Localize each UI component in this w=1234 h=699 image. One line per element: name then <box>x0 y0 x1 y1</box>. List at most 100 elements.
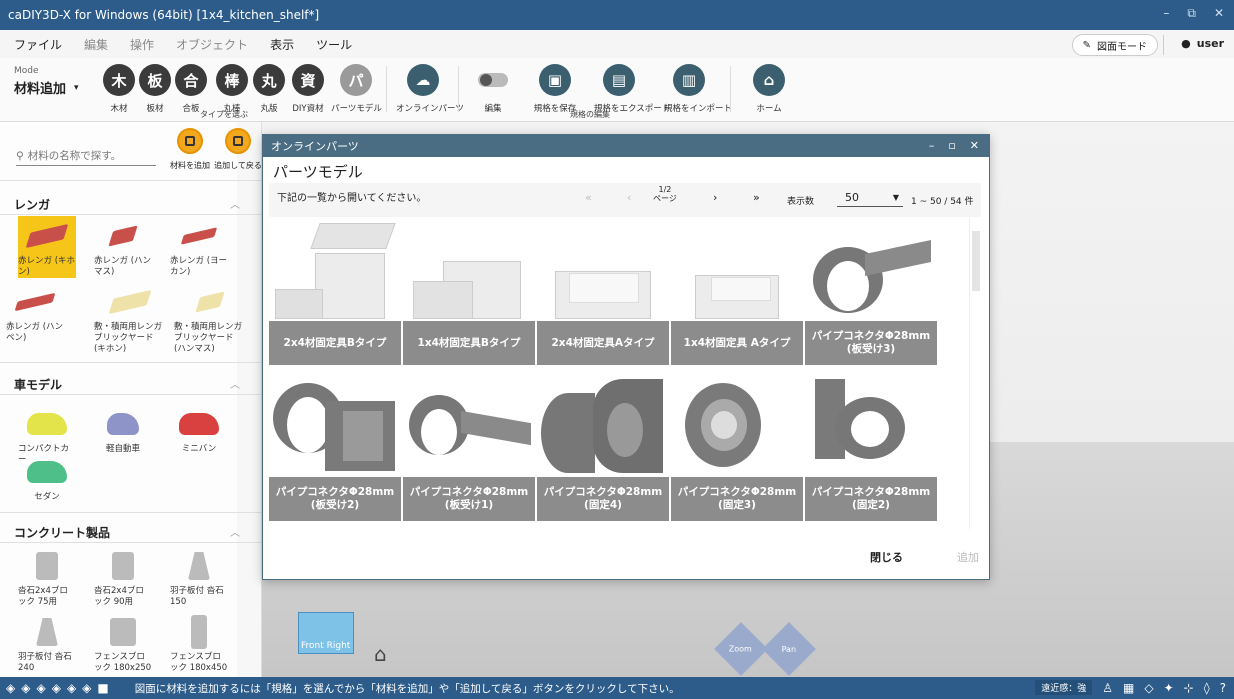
grid-icon[interactable]: ▦ <box>1123 681 1134 695</box>
view-cube-icon[interactable]: ◈ <box>67 681 76 695</box>
material-item[interactable]: 軽自動車 <box>94 404 152 455</box>
material-item[interactable]: 赤レンガ (ハンマス) <box>94 216 152 278</box>
online-parts-button[interactable]: ☁ オンラインパーツ <box>396 64 464 114</box>
menu-operation[interactable]: 操作 <box>130 36 154 53</box>
part-card[interactable]: 1x4材固定具Bタイプ <box>403 217 535 365</box>
dialog-titlebar: オンラインパーツ – ▫ ✕ <box>263 135 989 157</box>
parts-model-icon: パ <box>340 64 372 96</box>
material-search[interactable]: ⚲ 材料の名称で探す。 <box>16 146 156 166</box>
next-page-button[interactable]: › <box>713 191 717 204</box>
material-item[interactable]: 赤レンガ (ヨーカン) <box>170 216 228 278</box>
type-select-caption: タイプを選ぶ <box>200 110 248 119</box>
chevron-down-icon: ▾ <box>74 82 79 93</box>
material-item[interactable]: 敷・積両用レンガ ブリックヤード (キホン) <box>94 282 166 355</box>
part-card[interactable]: 1x4材固定具 Aタイプ <box>671 217 803 365</box>
part-card[interactable]: パイプコネクタΦ28mm (固定3) <box>671 373 803 521</box>
chevron-up-icon[interactable]: ︿ <box>230 376 240 391</box>
dialog-maximize-button[interactable]: ▫ <box>948 139 955 152</box>
part-card[interactable]: パイプコネクタΦ28mm (固定4) <box>537 373 669 521</box>
spec-edit-caption: 規格の編集 <box>570 110 610 119</box>
save-spec-button[interactable]: ▣ 規格を保存 <box>530 64 580 114</box>
part-card[interactable]: パイプコネクタΦ28mm (板受け1) <box>403 373 535 521</box>
prev-page-button[interactable]: ‹ <box>627 191 631 204</box>
part-card[interactable]: パイプコネクタΦ28mm (固定2) <box>805 373 937 521</box>
eraser-icon[interactable]: ◇ <box>1144 681 1153 695</box>
mode-selector[interactable]: Mode 材料追加 ▾ <box>14 66 79 97</box>
view-cube-icon[interactable]: ◈ <box>6 681 15 695</box>
import-spec-button[interactable]: ▥ 規格をインポート <box>664 64 732 114</box>
chevron-down-icon: ▼ <box>892 193 899 202</box>
status-bar: ◈ ◈ ◈ ◈ ◈ ◈ ■ 図面に材料を追加するには「規格」を選んでから「材料を… <box>0 677 1234 699</box>
close-button[interactable]: 閉じる <box>870 549 903 565</box>
cloud-download-icon: ☁ <box>407 64 439 96</box>
draw-mode-button[interactable]: ✎ 図面モード <box>1071 34 1158 56</box>
chevron-up-icon[interactable]: ︿ <box>230 524 240 539</box>
menu-tools[interactable]: ツール <box>316 36 352 53</box>
view-cube-icon[interactable]: ◈ <box>82 681 91 695</box>
material-item[interactable]: 羽子板付 沓石 240 <box>18 612 76 674</box>
chevron-up-icon[interactable]: ︿ <box>230 196 240 211</box>
menu-view[interactable]: 表示 <box>270 36 294 53</box>
light-icon[interactable]: ✦ <box>1164 681 1174 695</box>
section-title-concrete: コンクリート製品 <box>14 526 111 540</box>
material-item[interactable]: フェンスブロック 180x250 <box>94 612 152 674</box>
diy-material-icon: 資 <box>292 64 324 96</box>
pencil-icon: ✎ <box>1082 39 1091 51</box>
window-title: caDIY3D-X for Windows (64bit) [1x4_kitch… <box>8 8 320 22</box>
dialog-minimize-button[interactable]: – <box>929 139 935 152</box>
first-page-button[interactable]: « <box>585 191 592 204</box>
view-home-icon[interactable]: ⌂ <box>374 642 387 666</box>
edit-toggle-button[interactable]: 編集 <box>468 64 518 114</box>
menu-object[interactable]: オブジェクト <box>176 36 248 53</box>
import-icon: ▥ <box>673 64 705 96</box>
material-item[interactable]: セダン <box>18 452 76 503</box>
material-item[interactable]: 赤レンガ (キホン) <box>18 216 76 278</box>
per-page-select[interactable]: 50 ▼ <box>837 191 903 207</box>
home-button[interactable]: ⌂ ホーム <box>744 64 794 114</box>
material-item[interactable]: 沓石2x4ブロック 90用 <box>94 546 152 608</box>
user-name: user <box>1196 37 1224 50</box>
material-diy-button[interactable]: 資 DIY資材 <box>283 64 333 114</box>
view-cube-icon[interactable]: ◈ <box>21 681 30 695</box>
export-spec-button[interactable]: ▤ 規格をエクスポート <box>594 64 670 114</box>
view-cube-icon[interactable]: ◈ <box>52 681 61 695</box>
parts-list-container: 下記の一覧から開いてください。 « ‹ 1/2 ページ › » 表示数 50 ▼… <box>269 183 981 529</box>
material-item[interactable]: フェンスブロック 180x450 <box>170 612 228 674</box>
parts-scrollbar[interactable] <box>969 217 981 529</box>
part-card[interactable]: パイプコネクタΦ28mm (板受け3) <box>805 217 937 365</box>
material-item[interactable]: 沓石2x4ブロック 75用 <box>18 546 76 608</box>
maximize-button[interactable]: ⧉ <box>1187 6 1196 21</box>
minimize-button[interactable]: – <box>1163 6 1169 21</box>
add-button[interactable]: 追加 <box>957 549 979 565</box>
material-parts-model-button[interactable]: パ パーツモデル <box>331 64 382 114</box>
last-page-button[interactable]: » <box>753 191 760 204</box>
menu-file[interactable]: ファイル <box>14 36 62 53</box>
user-menu[interactable]: ● user <box>1163 35 1224 55</box>
part-card[interactable]: パイプコネクタΦ28mm (板受け2) <box>269 373 401 521</box>
perspective-select[interactable]: 遠近感：強 <box>1035 680 1093 695</box>
part-card[interactable]: 2x4材固定具Aタイプ <box>537 217 669 365</box>
material-item[interactable]: 敷・積両用レンガ ブリックヤード (ハンマス) <box>174 282 246 355</box>
shape-icon[interactable]: ◊ <box>1204 681 1210 695</box>
material-item[interactable]: 赤レンガ (ハンペン) <box>6 282 64 344</box>
per-page-label: 表示数 <box>787 197 815 207</box>
menu-edit[interactable]: 編集 <box>84 36 108 53</box>
view-cube-icon[interactable]: ◈ <box>36 681 45 695</box>
panel-scrollbar[interactable] <box>237 122 261 677</box>
online-parts-dialog: オンラインパーツ – ▫ ✕ パーツモデル 下記の一覧から開いてください。 « … <box>262 134 990 580</box>
close-window-button[interactable]: ✕ <box>1214 6 1224 21</box>
camera-icon[interactable]: ■ <box>97 681 108 695</box>
draw-mode-label: 図面モード <box>1097 41 1147 53</box>
material-item[interactable]: 羽子板付 沓石 150 <box>170 546 228 608</box>
view-cube[interactable]: Front Right <box>298 612 354 654</box>
dialog-close-icon[interactable]: ✕ <box>970 139 979 152</box>
add-and-back-button[interactable]: 追加して戻る <box>208 128 261 171</box>
material-item[interactable]: ミニバン <box>170 404 228 455</box>
search-placeholder: 材料の名称で探す。 <box>27 150 122 162</box>
help-icon[interactable]: ? <box>1220 681 1226 695</box>
dialog-title: オンラインパーツ <box>271 140 359 153</box>
part-card[interactable]: 2x4材固定具Bタイプ <box>269 217 401 365</box>
person-icon[interactable]: ♙ <box>1102 681 1113 695</box>
dialog-heading: パーツモデル <box>273 163 363 181</box>
snap-icon[interactable]: ⊹ <box>1184 681 1194 695</box>
